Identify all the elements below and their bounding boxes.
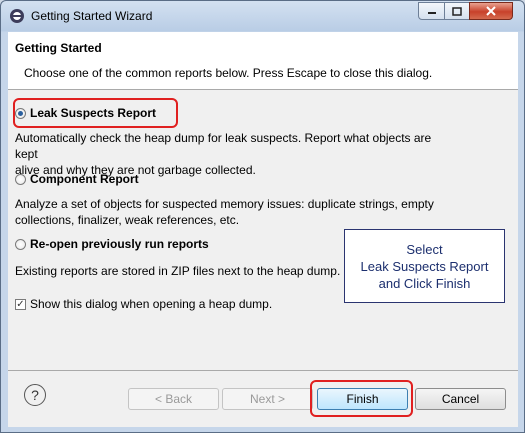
show-dialog-checkbox[interactable]: ✓ — [15, 298, 26, 310]
description-line: collections, finalizer, weak references,… — [15, 213, 240, 227]
description-line: Automatically check the heap dump for le… — [15, 131, 432, 161]
radio-leak-suspects[interactable]: Leak Suspects Report — [15, 106, 156, 120]
radio-label-component-report: Component Report — [30, 172, 139, 186]
instruction-callout: Select Leak Suspects Report and Click Fi… — [344, 229, 505, 303]
minimize-icon — [427, 12, 436, 14]
callout-line: and Click Finish — [378, 275, 471, 291]
wizard-header: Getting Started Choose one of the common… — [8, 32, 518, 90]
cancel-button[interactable]: Cancel — [415, 388, 506, 410]
window-title: Getting Started Wizard — [31, 9, 153, 23]
page-title: Getting Started — [15, 41, 102, 55]
radio-component-report[interactable]: Component Report — [15, 172, 139, 186]
maximize-button[interactable] — [444, 2, 470, 20]
radio-button-checked[interactable] — [15, 107, 26, 119]
show-dialog-option[interactable]: ✓ Show this dialog when opening a heap d… — [15, 297, 272, 311]
page-description: Choose one of the common reports below. … — [24, 66, 433, 80]
radio-label-leak-suspects: Leak Suspects Report — [30, 106, 157, 120]
close-button[interactable] — [469, 2, 513, 20]
maximize-icon — [452, 6, 462, 16]
title-bar[interactable]: Getting Started Wizard — [1, 1, 524, 31]
radio-reopen-reports[interactable]: Re-open previously run reports — [15, 237, 209, 251]
eclipse-app-icon — [10, 9, 24, 23]
component-report-description: Analyze a set of objects for suspected m… — [15, 196, 435, 228]
wizard-content: Leak Suspects Report Automatically check… — [8, 90, 518, 370]
radio-label-reopen-reports: Re-open previously run reports — [30, 237, 209, 251]
description-line: Analyze a set of objects for suspected m… — [15, 197, 434, 211]
wizard-window: Getting Started Wizard Getting Started C… — [0, 0, 525, 433]
radio-button[interactable] — [15, 173, 26, 185]
close-icon — [486, 6, 496, 16]
callout-line: Leak Suspects Report — [360, 258, 489, 274]
show-dialog-label: Show this dialog when opening a heap dum… — [30, 297, 273, 311]
next-button[interactable]: Next > — [222, 388, 313, 410]
button-bar: ? < Back Next > Finish Cancel — [8, 371, 518, 427]
finish-button[interactable]: Finish — [317, 388, 408, 410]
back-button[interactable]: < Back — [128, 388, 219, 410]
help-icon[interactable]: ? — [24, 384, 46, 406]
callout-line: Select — [406, 241, 443, 257]
minimize-button[interactable] — [418, 2, 445, 20]
radio-button[interactable] — [15, 238, 26, 250]
leak-suspects-description: Automatically check the heap dump for le… — [15, 130, 435, 178]
